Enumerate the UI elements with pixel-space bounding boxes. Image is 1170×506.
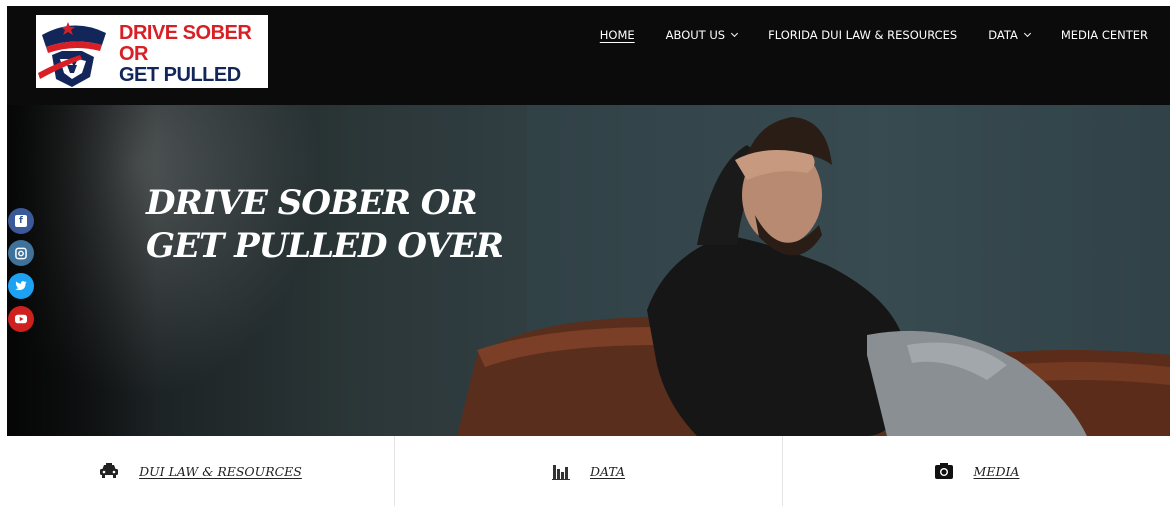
quick-links: DUI LAW & RESOURCES DATA MEDIA xyxy=(7,436,1170,506)
twitter-link[interactable] xyxy=(8,273,34,299)
quick-link-label[interactable]: MEDIA xyxy=(974,464,1020,479)
nav-item-label: HOME xyxy=(599,28,635,42)
car-icon xyxy=(99,463,119,479)
logo-line-2: GET PULLED OVER xyxy=(119,64,241,89)
youtube-link[interactable] xyxy=(8,306,34,332)
nav-item-label: DATA xyxy=(988,28,1018,42)
main-nav: HOME ABOUT US FLORIDA DUI LAW & RESOURCE… xyxy=(569,28,1148,42)
nav-item-label: ABOUT US xyxy=(665,28,726,42)
chevron-down-icon xyxy=(731,29,739,38)
chevron-down-icon xyxy=(1023,29,1031,38)
quick-link-media[interactable]: MEDIA xyxy=(783,436,1170,506)
hero-banner: DRIVE SOBER OR GET PULLED OVER xyxy=(7,105,1170,436)
nav-item-media-center[interactable]: MEDIA CENTER xyxy=(1061,28,1148,42)
twitter-icon xyxy=(15,280,27,292)
page: DRIVE SOBER OR GET PULLED OVER HOME ABOU… xyxy=(7,6,1170,506)
instagram-link[interactable] xyxy=(8,240,34,266)
nav-item-home[interactable]: HOME xyxy=(600,28,635,42)
site-logo[interactable]: DRIVE SOBER OR GET PULLED OVER xyxy=(36,15,268,88)
nav-item-label: FLORIDA DUI LAW & RESOURCES xyxy=(768,28,958,42)
facebook-link[interactable]: f xyxy=(8,208,34,234)
bar-chart-icon xyxy=(551,462,570,480)
instagram-icon xyxy=(15,247,27,259)
nav-item-label: MEDIA CENTER xyxy=(1060,28,1148,42)
quick-link-label[interactable]: DUI LAW & RESOURCES xyxy=(139,464,302,479)
hero-photo xyxy=(457,105,1170,436)
quick-link-dui-law[interactable]: DUI LAW & RESOURCES xyxy=(7,436,395,506)
nav-item-florida-dui-law[interactable]: FLORIDA DUI LAW & RESOURCES xyxy=(768,28,957,42)
police-officer-icon xyxy=(38,22,106,87)
facebook-icon: f xyxy=(15,215,27,227)
site-header: DRIVE SOBER OR GET PULLED OVER HOME ABOU… xyxy=(7,6,1170,105)
quick-link-label[interactable]: DATA xyxy=(590,464,625,479)
nav-item-data[interactable]: DATA xyxy=(988,28,1031,42)
hero-title: DRIVE SOBER OR GET PULLED OVER xyxy=(146,183,504,266)
nav-item-about-us[interactable]: ABOUT US xyxy=(665,28,739,42)
camera-icon xyxy=(934,462,954,480)
youtube-icon xyxy=(15,313,27,325)
logo-line-1: DRIVE SOBER OR xyxy=(119,22,252,65)
quick-link-data[interactable]: DATA xyxy=(395,436,783,506)
